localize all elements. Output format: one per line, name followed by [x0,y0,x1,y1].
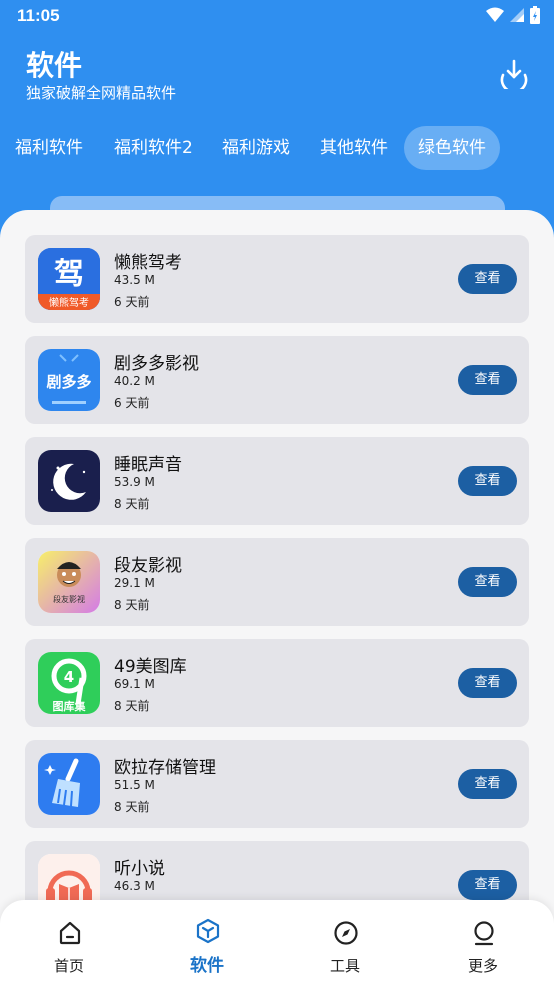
nav-item-software[interactable]: 软件 [162,900,252,984]
nav-label: 更多 [467,957,498,975]
status-icons [486,6,540,24]
driving-test-icon-text: 驾 [54,257,84,292]
app-date: 6 天前 [114,396,150,410]
number-49-icon-text: 4 [64,668,74,686]
bottom-nav: 首页 软件 工具 更多 [0,900,554,984]
tab-welfare-software-2[interactable]: 福利软件2 [114,126,193,170]
app-date: 8 天前 [114,497,150,511]
app-name: 段友影视 [114,556,182,576]
view-button[interactable]: 查看 [458,466,517,496]
nav-label: 软件 [190,956,224,976]
driving-test-icon: 驾 懒熊驾考 [38,248,100,310]
nav-label: 工具 [329,957,360,975]
tab-welfare-games[interactable]: 福利游戏 [222,126,290,170]
view-button[interactable]: 查看 [458,769,517,799]
app-date: 8 天前 [114,598,150,612]
cube-icon [196,918,220,944]
app-name: 懒熊驾考 [114,253,182,273]
driving-test-icon-caption: 懒熊驾考 [49,296,89,309]
nav-item-more[interactable]: 更多 [438,900,528,984]
status-time: 11:05 [17,6,60,25]
tab-welfare-software[interactable]: 福利软件 [15,126,83,170]
app-size: 46.3 M [114,879,155,893]
app-size: 51.5 M [114,778,155,792]
tab-green-software[interactable]: 绿色软件 [404,126,500,170]
signal-icon [510,8,524,22]
app-card[interactable]: 欧拉存储管理 51.5 M 8 天前 查看 [25,740,529,828]
number-49-icon: 4 图库集 [38,652,100,714]
page-subtitle: 独家破解全网精品软件 [26,84,177,102]
app-name: 睡眠声音 [114,455,182,475]
compass-icon [334,921,358,945]
app-name: 听小说 [114,859,165,879]
download-icon [500,59,528,94]
app-name: 欧拉存储管理 [114,758,216,778]
nav-item-home[interactable]: 首页 [24,900,114,984]
user-icon [474,921,494,946]
battery-icon [530,6,540,24]
view-button[interactable]: 查看 [458,365,517,395]
app-list-sheet: 驾 懒熊驾考 懒熊驾考 43.5 M 6 天前 查看 剧多多 剧多多影视 40.… [0,210,554,984]
app-date: 8 天前 [114,699,150,713]
app-size: 29.1 M [114,576,155,590]
nav-item-tools[interactable]: 工具 [300,900,390,984]
app-card[interactable]: 驾 懒熊驾考 懒熊驾考 43.5 M 6 天前 查看 [25,235,529,323]
view-button[interactable]: 查看 [458,567,517,597]
view-button[interactable]: 查看 [458,668,517,698]
number-49-icon-caption: 图库集 [53,699,87,713]
app-date: 8 天前 [114,800,150,814]
page-title: 软件 [26,49,83,82]
wifi-icon [486,7,504,22]
app-card[interactable]: 段友影视 段友影视 29.1 M 8 天前 查看 [25,538,529,626]
app-size: 53.9 M [114,475,155,489]
app-name: 49美图库 [114,657,187,677]
category-tabs: 福利软件 福利软件2 福利游戏 其他软件 绿色软件 [0,126,554,172]
cartoon-face-icon-caption: 段友影视 [53,594,85,604]
nav-label: 首页 [53,957,84,975]
app-card[interactable]: 剧多多 剧多多影视 40.2 M 6 天前 查看 [25,336,529,424]
broom-icon [38,753,100,815]
app-size: 40.2 M [114,374,155,388]
moon-icon [38,450,100,512]
cartoon-face-icon: 段友影视 [38,551,100,613]
tv-icon: 剧多多 [38,349,100,411]
home-icon [59,921,81,945]
download-button[interactable] [497,55,531,94]
app-size: 69.1 M [114,677,155,691]
view-button[interactable]: 查看 [458,870,517,900]
app-card[interactable]: 睡眠声音 53.9 M 8 天前 查看 [25,437,529,525]
app-date: 6 天前 [114,295,150,309]
tab-other-software[interactable]: 其他软件 [320,126,388,170]
app-size: 43.5 M [114,273,155,287]
app-name: 剧多多影视 [114,354,199,374]
app-card[interactable]: 4 图库集 49美图库 69.1 M 8 天前 查看 [25,639,529,727]
view-button[interactable]: 查看 [458,264,517,294]
tv-icon-text: 剧多多 [46,373,91,391]
status-bar: 11:05 [0,0,554,30]
